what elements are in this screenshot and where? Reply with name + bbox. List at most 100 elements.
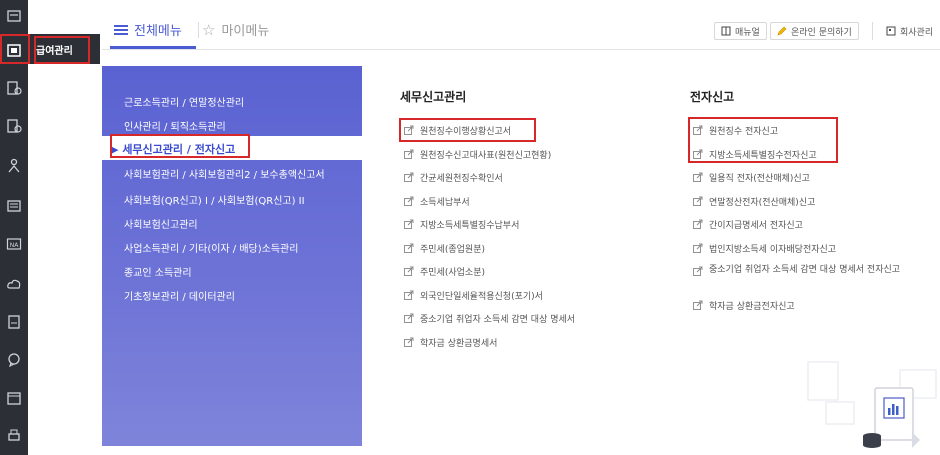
chat-icon[interactable] [4, 350, 24, 370]
category-item[interactable]: 종교인 소득관리 [124, 264, 192, 279]
tax-link-label: 주민세(사업소분) [420, 268, 485, 278]
external-link-icon [404, 313, 414, 323]
online-inquiry-label: 온라인 문의하기 [791, 27, 852, 38]
left-rail: NA [0, 0, 28, 455]
settings-doc-icon[interactable] [4, 78, 24, 98]
category-item-active[interactable]: ▶ 세무신고관리 / 전자신고 [102, 136, 362, 160]
efile-link-label: 법인지방소득세 이자배당전자신고 [709, 244, 837, 255]
svg-text:NA: NA [10, 242, 19, 249]
tab-divider [198, 22, 199, 38]
category-item[interactable]: 인사관리 / 퇴직소득관리 [124, 118, 226, 133]
rail-popup-label: 급여관리 [36, 46, 73, 57]
tax-link-label: 지방소득세특별징수납부서 [420, 221, 520, 231]
category-item[interactable]: 사회보험신고관리 [124, 216, 198, 231]
external-link-icon [404, 266, 414, 276]
efile-link-item[interactable]: 원천징수 전자신고 [693, 124, 778, 137]
efile-link-label: 원천징수 전자신고 [709, 127, 779, 137]
efile-link-label: 연말정산전자(전산매체)신고 [709, 197, 816, 208]
efile-link-item[interactable]: 학자금 상환금전자신고 [693, 299, 795, 312]
calendar-icon[interactable] [4, 388, 24, 408]
external-link-icon [404, 172, 414, 182]
efile-link-item[interactable]: 일용직 전자(전산매체)신고 [693, 171, 810, 184]
document-icon[interactable] [4, 6, 24, 26]
category-item[interactable]: 기초정보관리 / 데이터관리 [124, 288, 235, 303]
list-icon[interactable] [4, 196, 24, 216]
tax-link-item[interactable]: 간균세원천징수확인서 [404, 171, 503, 184]
settings-doc-icon-2[interactable] [4, 116, 24, 136]
manual-button[interactable]: 매뉴얼 [714, 22, 767, 40]
efile-link-item[interactable]: 간이지급명세서 전자신고 [693, 218, 803, 231]
tax-link-item[interactable]: 주민세(사업소분) [404, 265, 485, 278]
cloud-icon[interactable] [4, 274, 24, 294]
manual-label: 매뉴얼 [735, 27, 760, 38]
payroll-icon[interactable] [4, 40, 24, 60]
category-panel: 근로소득관리 / 연말정산관리 인사관리 / 퇴직소득관리 ▶ 세무신고관리 /… [102, 66, 362, 446]
external-link-icon [404, 125, 414, 135]
na-icon[interactable]: NA [4, 234, 24, 254]
external-link-icon [404, 337, 414, 347]
tax-link-label: 외국인단일세율적용신청(포기)서 [420, 291, 543, 302]
company-label: 회사관리 [900, 27, 934, 38]
tax-link-label: 학자금 상환금명세서 [420, 338, 498, 349]
person-icon[interactable] [4, 156, 24, 176]
category-item[interactable]: 근로소득관리 / 연말정산관리 [124, 94, 244, 109]
tab-my-menu[interactable]: ☆ 마이메뉴 [202, 20, 270, 40]
rail-popup[interactable]: 급여관리 [28, 34, 100, 64]
tab-all-menu-label: 전체메뉴 [134, 24, 182, 39]
active-marker-icon: ▶ [110, 143, 119, 156]
category-item[interactable]: 사업소득관리 / 기타(이자 / 배당)소득관리 [124, 240, 298, 255]
tax-link-label: 소득세납부서 [420, 197, 470, 208]
efile-link-item[interactable]: 법인지방소득세 이자배당전자신고 [693, 242, 836, 255]
star-icon: ☆ [202, 20, 216, 39]
efile-link-label: 간이지급명세서 전자신고 [709, 221, 803, 231]
form-icon[interactable] [4, 312, 24, 332]
external-link-icon [693, 266, 703, 276]
tax-link-label: 원천징수이행상황신고서 [420, 127, 512, 137]
tax-link-item[interactable]: 원천징수이행상황신고서 [404, 124, 511, 137]
tax-link-item[interactable]: 주민세(종업원분) [404, 242, 485, 255]
hamburger-icon [114, 24, 128, 35]
external-link-icon [404, 290, 414, 300]
tax-column-title: 세무신고관리 [400, 90, 467, 104]
external-link-icon [693, 125, 703, 135]
external-link-icon [404, 196, 414, 206]
efile-link-label: 중소기업 취업자 소득세 감면 대상 명세서 전자신고 [709, 265, 901, 275]
external-link-icon [693, 300, 703, 310]
tab-all-menu[interactable]: 전체메뉴 [114, 20, 182, 39]
external-link-icon [404, 149, 414, 159]
external-link-icon [693, 172, 703, 182]
tax-link-label: 중소기업 취업자 소득세 감면 대상 명세서 [420, 315, 576, 325]
external-link-icon [693, 219, 703, 229]
category-item[interactable]: 사회보험관리 / 사회보험관리2 / 보수총액신고서 [124, 166, 325, 181]
decorative-illustration [790, 340, 940, 455]
tax-link-item[interactable]: 원천징수신고대사표(원천신고현황) [404, 148, 551, 161]
company-button[interactable]: 회사관리 [884, 22, 935, 40]
tax-link-item[interactable]: 학자금 상환금명세서 [404, 336, 497, 349]
tax-link-item[interactable]: 지방소득세특별징수납부서 [404, 218, 519, 231]
tab-active-underline [110, 46, 196, 49]
efile-link-label: 일용직 전자(전산매체)신고 [709, 174, 810, 184]
online-inquiry-button[interactable]: 온라인 문의하기 [770, 22, 859, 40]
printer-icon[interactable] [4, 426, 24, 446]
pencil-icon [777, 26, 787, 36]
tax-link-item[interactable]: 외국인단일세율적용신청(포기)서 [404, 289, 543, 302]
efile-link-item[interactable]: 지방소득세특별징수전자신고 [693, 148, 817, 161]
external-link-icon [693, 243, 703, 253]
tax-link-label: 주민세(종업원분) [420, 244, 485, 255]
tax-link-item[interactable]: 중소기업 취업자 소득세 감면 대상 명세서 [404, 312, 575, 325]
external-link-icon [693, 149, 703, 159]
efile-link-label: 학자금 상환금전자신고 [709, 301, 795, 312]
book-icon [721, 26, 731, 36]
external-link-icon [404, 243, 414, 253]
active-category-label: 세무신고관리 / 전자신고 [122, 143, 236, 156]
external-link-icon [693, 196, 703, 206]
tab-my-menu-label: 마이메뉴 [221, 24, 270, 39]
company-icon [886, 26, 896, 36]
tax-link-label: 간균세원천징수확인서 [420, 174, 503, 184]
efile-link-item[interactable]: 중소기업 취업자 소득세 감면 대상 명세서 전자신고 [693, 265, 903, 276]
tax-link-item[interactable]: 소득세납부서 [404, 195, 470, 208]
header: 전체메뉴 ☆ 마이메뉴 매뉴얼 온라인 문의하기 회사관리 [102, 10, 940, 50]
efile-link-item[interactable]: 연말정산전자(전산매체)신고 [693, 195, 815, 208]
external-link-icon [404, 219, 414, 229]
category-item[interactable]: 사회보험(QR신고) I / 사회보험(QR신고) II [124, 192, 305, 207]
